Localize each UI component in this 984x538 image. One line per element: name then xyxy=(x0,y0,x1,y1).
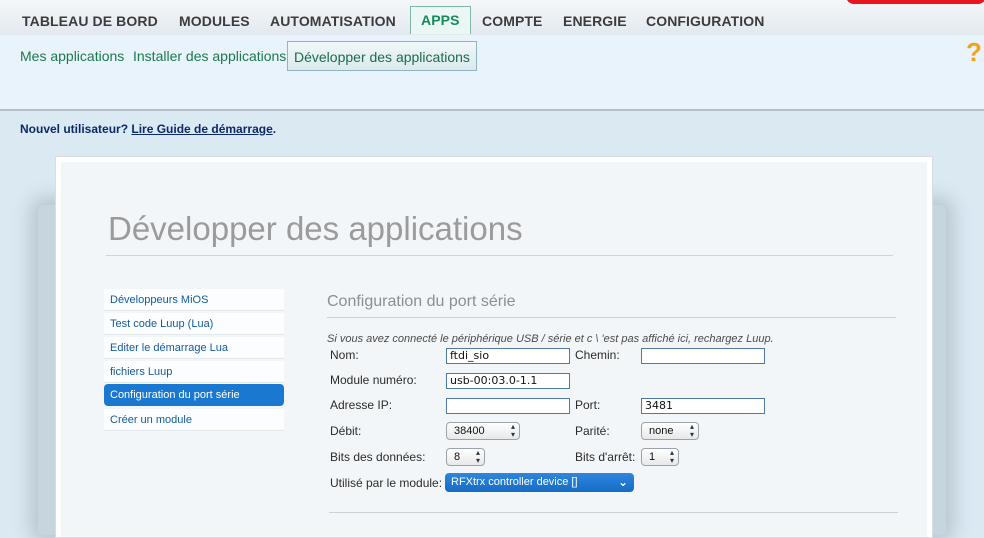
sub-navigation: Mes applications Installer des applicati… xyxy=(0,35,984,111)
tab-configuration[interactable]: CONFIGURATION xyxy=(646,13,764,29)
adresse-ip-label: Adresse IP: xyxy=(330,398,393,412)
bits-arret-value: 1 xyxy=(649,451,656,463)
tab-energie[interactable]: ENERGIE xyxy=(563,13,627,29)
bits-arret-label: Bits d'arrêt: xyxy=(575,450,636,464)
new-user-suffix: . xyxy=(272,122,277,136)
updown-arrows-icon: ▴ ▾ xyxy=(669,448,674,465)
side-item-editer-demarrage-lua[interactable]: Editer le démarrage Lua xyxy=(104,337,284,359)
new-user-prefix: Nouvel utilisateur? xyxy=(20,122,132,136)
panel-content: Développer des applications Développeurs… xyxy=(61,162,927,537)
top-navigation: TABLEAU DE BORD MODULES AUTOMATISATION A… xyxy=(0,0,984,36)
question-mark-icon[interactable]: ? xyxy=(966,37,982,68)
chemin-field[interactable] xyxy=(641,348,765,364)
side-item-fichiers-luup[interactable]: fichiers Luup xyxy=(104,361,284,383)
adresse-ip-field[interactable] xyxy=(446,398,570,414)
chemin-label: Chemin: xyxy=(575,348,620,362)
nom-label: Nom: xyxy=(330,348,359,362)
debit-value: 38400 xyxy=(454,425,485,437)
parite-value: none xyxy=(649,425,674,437)
reload-note: Si vous avez connecté le périphérique US… xyxy=(327,333,774,345)
side-item-configuration-port-serie[interactable]: Configuration du port série xyxy=(104,384,284,406)
alert-badge[interactable] xyxy=(846,0,984,4)
debit-select[interactable]: 38400 ▴ ▾ xyxy=(446,422,520,440)
port-label: Port: xyxy=(575,398,601,412)
updown-arrows-icon: ▴ ▾ xyxy=(475,448,480,465)
bits-donnees-select[interactable]: 8 ▴ ▾ xyxy=(446,448,485,466)
module-numero-label: Module numéro: xyxy=(330,373,417,387)
side-item-creer-module[interactable]: Créer un module xyxy=(104,409,284,431)
updown-arrows-icon: ▴ ▾ xyxy=(510,422,515,439)
module-numero-field[interactable]: usb-00:03.0-1.1 xyxy=(446,373,570,389)
subtab-developper-applications[interactable]: Développer des applications xyxy=(287,41,477,71)
subtab-installer-applications[interactable]: Installer des applications xyxy=(133,48,286,64)
utilise-label: Utilisé par le module: xyxy=(330,476,443,490)
new-user-notice: Nouvel utilisateur? Lire Guide de démarr… xyxy=(20,122,276,136)
tab-compte[interactable]: COMPTE xyxy=(482,13,543,29)
main-panel: Développer des applications Développeurs… xyxy=(55,156,933,538)
section-divider xyxy=(327,317,896,318)
section-title: Configuration du port série xyxy=(327,293,516,310)
parite-label: Parité: xyxy=(575,424,610,438)
nom-field[interactable]: ftdi_sio xyxy=(446,348,570,364)
bits-donnees-label: Bits des données: xyxy=(330,450,426,464)
updown-arrows-icon: ▴ ▾ xyxy=(689,422,694,439)
tab-tableau-de-bord[interactable]: TABLEAU DE BORD xyxy=(22,13,158,29)
port-field[interactable]: 3481 xyxy=(641,398,765,414)
bits-donnees-value: 8 xyxy=(454,451,461,463)
module-select[interactable]: RFXtrx controller device [] ⌄ xyxy=(445,473,634,492)
parite-select[interactable]: none ▴ ▾ xyxy=(641,422,699,440)
tab-automatisation[interactable]: AUTOMATISATION xyxy=(270,13,396,29)
debit-label: Débit: xyxy=(330,424,362,438)
chevron-down-icon: ⌄ xyxy=(617,475,628,489)
bits-arret-select[interactable]: 1 ▴ ▾ xyxy=(641,448,679,466)
title-divider xyxy=(106,255,893,256)
side-item-test-code-luup[interactable]: Test code Luup (Lua) xyxy=(104,313,284,335)
subtab-mes-applications[interactable]: Mes applications xyxy=(20,48,124,64)
bottom-divider xyxy=(329,512,898,513)
page-title: Développer des applications xyxy=(108,210,523,247)
side-item-developpeurs-mios[interactable]: Développeurs MiOS xyxy=(104,289,284,311)
tab-apps[interactable]: APPS xyxy=(410,6,471,34)
getting-started-link[interactable]: Lire Guide de démarrage xyxy=(131,122,272,136)
module-value: RFXtrx controller device [] xyxy=(451,476,578,488)
tab-modules[interactable]: MODULES xyxy=(179,13,250,29)
